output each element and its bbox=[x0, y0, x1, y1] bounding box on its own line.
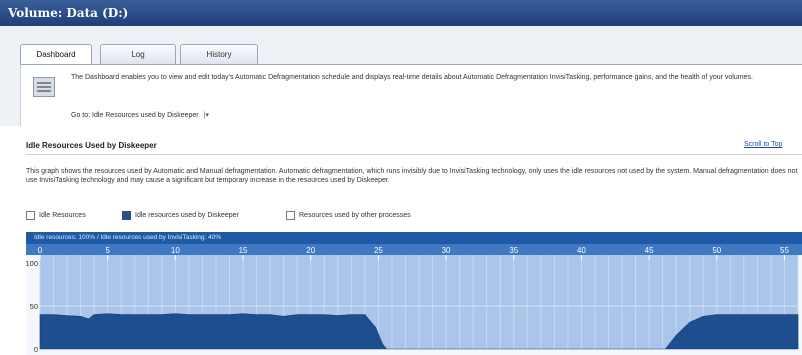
x-tick-label: 50 bbox=[712, 246, 721, 255]
legend-label: Idle Resources bbox=[39, 212, 86, 219]
section-description: This graph shows the resources used by A… bbox=[26, 168, 798, 184]
dashboard-icon bbox=[33, 77, 55, 97]
y-tick-label: 0 bbox=[34, 345, 38, 354]
goto-label[interactable]: Go to: Idle Resources used by Diskeeper bbox=[71, 112, 199, 119]
tab-log[interactable]: Log bbox=[100, 44, 176, 64]
x-tick-label: 20 bbox=[306, 246, 315, 255]
x-tick-label: 25 bbox=[374, 246, 383, 255]
x-tick-label: 35 bbox=[509, 246, 518, 255]
dashboard-panel: The Dashboard enables you to view and ed… bbox=[20, 64, 802, 126]
dashboard-description: The Dashboard enables you to view and ed… bbox=[71, 74, 753, 81]
x-tick-label: 10 bbox=[171, 246, 180, 255]
other-processes-checkbox[interactable] bbox=[286, 210, 295, 220]
idle-resources-chart: 0 5 10 15 20 25 30 35 40 45 50 55 100 50 0 bbox=[26, 244, 802, 355]
x-tick-label: 5 bbox=[105, 246, 110, 255]
y-tick-label: 50 bbox=[30, 302, 38, 311]
chart-header: Idle resources: 100% / Idle resources us… bbox=[26, 232, 802, 244]
y-tick-label: 100 bbox=[26, 259, 38, 268]
goto-row: Go to: Idle Resources used by Diskeeper … bbox=[71, 111, 209, 119]
x-axis-band bbox=[26, 244, 802, 255]
legend-label: Resources used by other processes bbox=[299, 212, 411, 219]
window-title: Volume: Data (D:) bbox=[0, 0, 802, 26]
tab-dashboard[interactable]: Dashboard bbox=[20, 44, 92, 65]
x-tick-label: 0 bbox=[38, 246, 43, 255]
x-tick-label: 40 bbox=[577, 246, 586, 255]
tab-history[interactable]: History bbox=[180, 44, 258, 64]
idle-resources-checkbox[interactable] bbox=[26, 210, 35, 220]
legend-other-processes[interactable]: Resources used by other processes bbox=[286, 210, 411, 222]
x-tick-label: 55 bbox=[780, 246, 789, 255]
chevron-down-icon[interactable]: |▾ bbox=[204, 112, 209, 119]
idle-used-checkbox[interactable] bbox=[122, 210, 131, 220]
x-tick-label: 45 bbox=[645, 246, 654, 255]
x-tick-label: 15 bbox=[239, 246, 248, 255]
legend-idle-used-by-diskeeper[interactable]: Idle resources used by Diskeeper bbox=[122, 210, 239, 222]
scroll-to-top-link[interactable]: Scroll to Top bbox=[744, 141, 782, 148]
legend-label: Idle resources used by Diskeeper bbox=[135, 212, 239, 219]
section-title: Idle Resources Used by Diskeeper bbox=[26, 141, 157, 150]
x-tick-label: 30 bbox=[442, 246, 451, 255]
section-divider bbox=[26, 154, 802, 155]
legend-idle-resources[interactable]: Idle Resources bbox=[26, 210, 86, 222]
